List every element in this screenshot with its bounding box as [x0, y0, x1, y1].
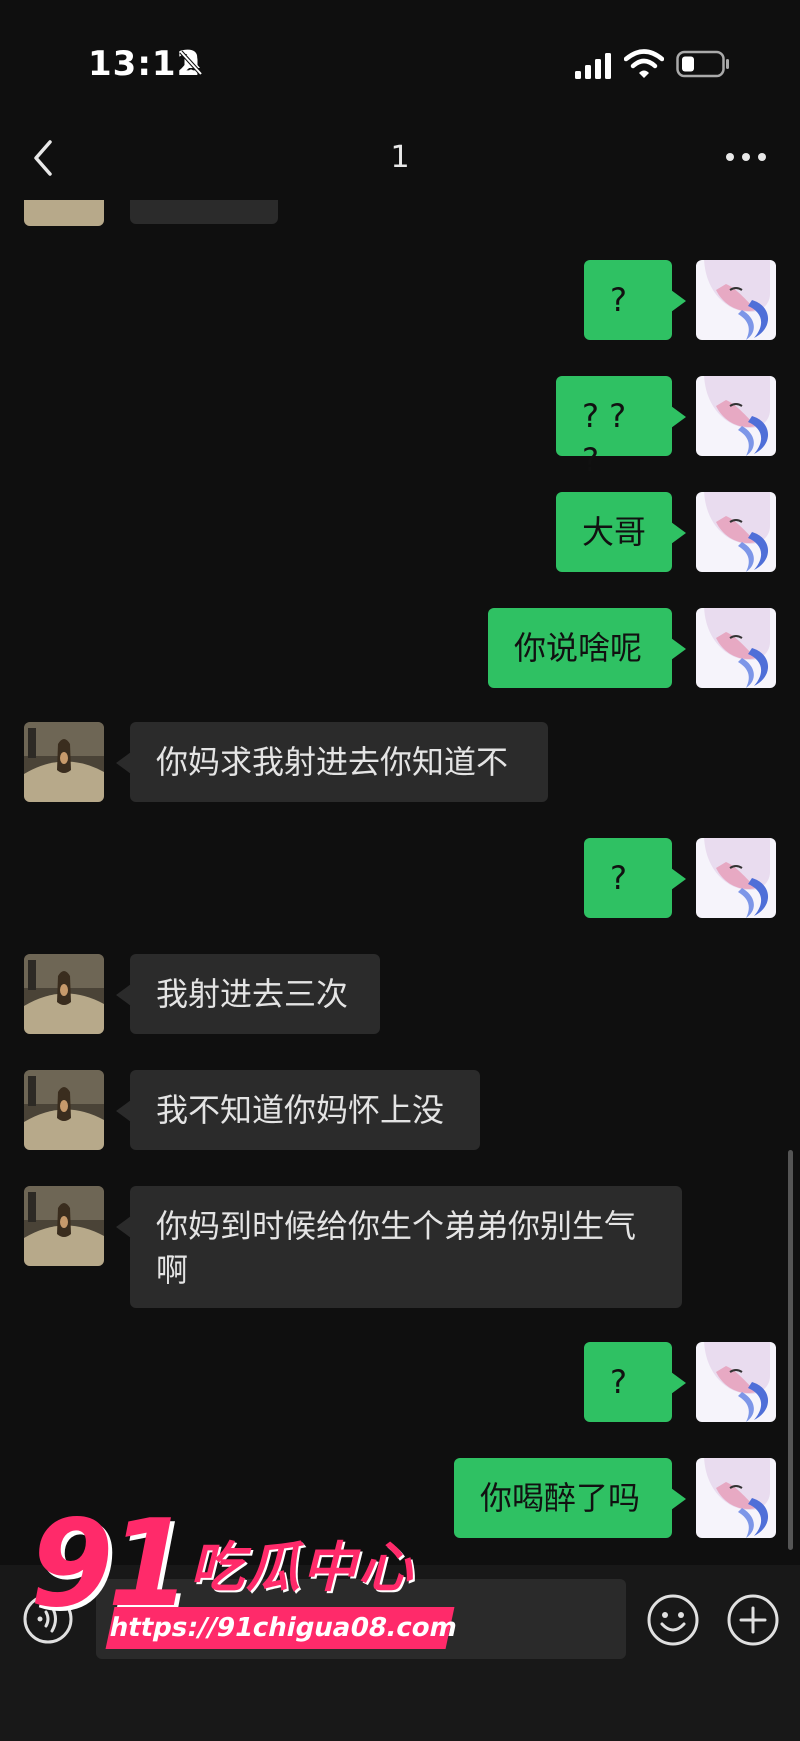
- signal-icon: [575, 53, 611, 79]
- message-bubble-received[interactable]: 我不知道你妈怀上没: [116, 1070, 480, 1150]
- contact-avatar[interactable]: [24, 1070, 104, 1150]
- battery-icon: [676, 50, 729, 78]
- my-avatar[interactable]: [696, 492, 776, 572]
- watermark-url: https://91chigua08.com: [105, 1607, 460, 1649]
- my-avatar[interactable]: [696, 1342, 776, 1422]
- watermark-name: 吃瓜中心: [190, 1536, 414, 1599]
- contact-avatar[interactable]: [24, 200, 104, 226]
- status-bar: 13:12: [0, 0, 800, 120]
- bell-muted-icon: [179, 50, 203, 76]
- my-avatar[interactable]: [696, 376, 776, 456]
- scrollbar[interactable]: [788, 1150, 793, 1550]
- contact-avatar[interactable]: [24, 1186, 104, 1266]
- my-avatar[interactable]: [696, 608, 776, 688]
- emoji-icon[interactable]: [646, 1593, 700, 1647]
- message-bubble-sent[interactable]: 你说啥呢: [488, 608, 686, 688]
- more-dots-icon[interactable]: [722, 142, 770, 172]
- contact-avatar[interactable]: [24, 722, 104, 802]
- message-bubble-sent[interactable]: 大哥: [556, 492, 686, 572]
- chat-title: 1: [390, 140, 410, 175]
- chat-messages[interactable]: ? ? ? ? 大哥 你说啥呢 你妈求我射进去你知道不 ? 我射进去三次 我不知…: [0, 200, 800, 1565]
- message-bubble-received[interactable]: [130, 200, 278, 224]
- wifi-icon: [624, 49, 664, 78]
- message-bubble-sent[interactable]: 你喝醉了吗: [454, 1458, 686, 1538]
- plus-icon[interactable]: [726, 1593, 780, 1647]
- watermark-logo: 91 吃瓜中心 https://91chigua08.com: [30, 1495, 460, 1655]
- message-bubble-received[interactable]: 我射进去三次: [116, 954, 380, 1034]
- my-avatar[interactable]: [696, 1458, 776, 1538]
- chat-header: 1: [0, 120, 800, 200]
- message-bubble-sent[interactable]: ?: [584, 1342, 686, 1422]
- message-bubble-sent[interactable]: ?: [584, 838, 686, 918]
- message-bubble-sent[interactable]: ?: [584, 260, 686, 340]
- message-bubble-received[interactable]: 你妈到时候给你生个弟弟你别生气啊: [116, 1186, 682, 1308]
- my-avatar[interactable]: [696, 838, 776, 918]
- my-avatar[interactable]: [696, 260, 776, 340]
- message-bubble-sent[interactable]: ? ? ?: [556, 376, 686, 479]
- contact-avatar[interactable]: [24, 954, 104, 1034]
- message-bubble-received[interactable]: 你妈求我射进去你知道不: [116, 722, 548, 802]
